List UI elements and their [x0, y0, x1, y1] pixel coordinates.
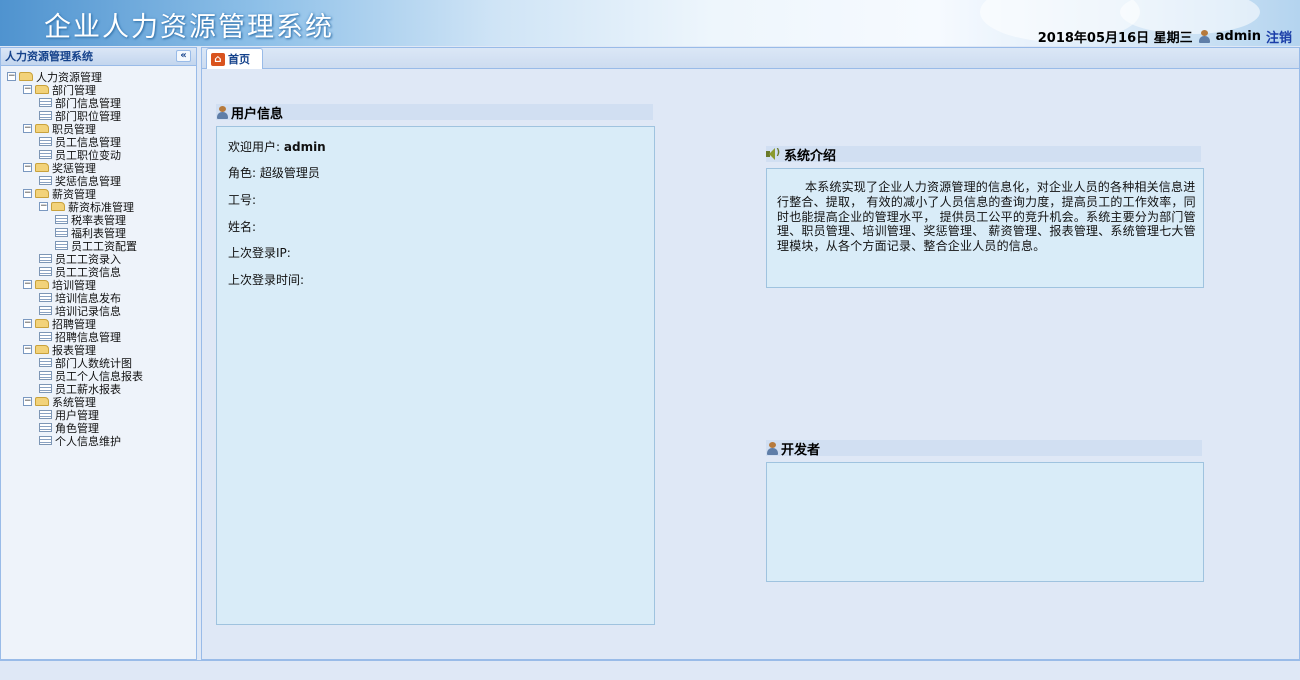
last-login-time-label: 上次登录时间: [228, 273, 305, 287]
speaker-icon: ) [766, 148, 782, 160]
tree-item[interactable]: 招聘信息管理 [1, 330, 196, 344]
user-info-title-text: 用户信息 [231, 106, 284, 122]
document-icon [39, 436, 52, 445]
date-text: 2018年05月16日 星期三 [1037, 30, 1193, 46]
welcome-value: admin [283, 140, 326, 154]
welcome-label: 欢迎用户: [228, 140, 281, 154]
name-label: 姓名: [228, 220, 257, 234]
tree-item[interactable]: 员工工资信息 [1, 265, 196, 279]
last-login-ip-label: 上次登录IP: [228, 246, 291, 260]
collapse-toggle-icon[interactable]: − [23, 124, 32, 133]
document-icon [39, 254, 52, 263]
folder-icon [35, 280, 49, 289]
folder-icon [35, 345, 49, 354]
role-label: 角色: [228, 166, 257, 180]
folder-icon [19, 72, 33, 81]
top-banner: 企业人力资源管理系统 2018年05月16日 星期三 admin 注销 [0, 0, 1300, 46]
tree-folder[interactable]: − 人力资源管理 [1, 70, 196, 84]
logout-link[interactable]: 注销 [1266, 27, 1292, 46]
collapse-toggle-icon[interactable]: − [23, 85, 32, 94]
folder-icon [35, 163, 49, 172]
intro-title: ) 系统介绍 [766, 146, 1201, 164]
sidebar: 人力资源管理系统 « − 人力资源管理 − 部门管理 部门信息管理 部门职位管理 − 职员管理… [0, 47, 197, 660]
document-icon [39, 384, 52, 393]
user-icon [216, 105, 229, 119]
collapse-sidebar-button[interactable]: « [176, 50, 191, 62]
document-icon [39, 98, 52, 107]
developer-title: 开发者 [766, 440, 1202, 458]
document-icon [39, 358, 52, 367]
tree-item[interactable]: 员工职位变动 [1, 148, 196, 162]
collapse-toggle-icon[interactable]: − [7, 72, 16, 81]
header-user-area: 2018年05月16日 星期三 admin 注销 [1037, 27, 1292, 46]
document-icon [39, 150, 52, 159]
developer-icon [766, 441, 779, 455]
collapse-toggle-icon[interactable]: − [39, 202, 48, 211]
app-title: 企业人力资源管理系统 [44, 12, 334, 43]
tree-item[interactable]: 部门职位管理 [1, 109, 196, 123]
folder-icon [35, 124, 49, 133]
document-icon [39, 423, 52, 432]
tree-item[interactable]: 个人信息维护 [1, 434, 196, 448]
tab-bar: ⌂ 首页 [202, 48, 1299, 69]
tree-item[interactable]: 员工薪水报表 [1, 382, 196, 396]
collapse-toggle-icon[interactable]: − [23, 189, 32, 198]
document-icon [39, 410, 52, 419]
user-info-box: 欢迎用户: admin 角色: 超级管理员 工号: 姓名: 上次登录IP: 上次… [216, 126, 655, 625]
role-value: 超级管理员 [259, 166, 320, 180]
user-icon [1198, 29, 1211, 43]
document-icon [55, 228, 68, 237]
intro-box: 本系统实现了企业人力资源管理的信息化，对企业人员的各种相关信息进行整合、提取， … [766, 168, 1204, 288]
intro-title-text: 系统介绍 [784, 148, 837, 164]
footer-bar [0, 660, 1300, 680]
sidebar-title: 人力资源管理系统 [5, 50, 93, 63]
home-icon: ⌂ [211, 52, 225, 66]
document-icon [55, 241, 68, 250]
developer-title-text: 开发者 [781, 442, 821, 458]
collapse-toggle-icon[interactable]: − [23, 397, 32, 406]
sidebar-header: 人力资源管理系统 « [1, 48, 196, 66]
intro-text: 本系统实现了企业人力资源管理的信息化，对企业人员的各种相关信息进行整合、提取， … [777, 180, 1196, 254]
folder-icon [35, 85, 49, 94]
developer-box [766, 462, 1204, 582]
welcome-line: 欢迎用户: admin [228, 138, 326, 155]
collapse-toggle-icon[interactable]: − [23, 345, 32, 354]
employee-id-label: 工号: [228, 193, 257, 207]
folder-icon [35, 319, 49, 328]
document-icon [55, 215, 68, 224]
tab-home[interactable]: ⌂ 首页 [206, 48, 263, 69]
collapse-toggle-icon[interactable]: − [23, 319, 32, 328]
collapse-toggle-icon[interactable]: − [23, 163, 32, 172]
tab-home-label: 首页 [228, 53, 250, 66]
document-icon [39, 111, 52, 120]
document-icon [39, 267, 52, 276]
document-icon [39, 293, 52, 302]
role-line: 角色: 超级管理员 [228, 164, 320, 181]
user-info-title: 用户信息 [216, 104, 653, 122]
tree-item[interactable]: 奖惩信息管理 [1, 174, 196, 188]
document-icon [39, 137, 52, 146]
document-icon [39, 306, 52, 315]
document-icon [39, 176, 52, 185]
document-icon [39, 332, 52, 341]
document-icon [39, 371, 52, 380]
folder-icon [35, 189, 49, 198]
username: admin [1215, 28, 1261, 44]
folder-icon [35, 397, 49, 406]
main-panel: ⌂ 首页 用户信息 欢迎用户: admin 角色: 超级管理员 工号: 姓名: … [201, 47, 1300, 660]
folder-icon [51, 202, 65, 211]
tree-item-label: 个人信息维护 [55, 434, 121, 448]
collapse-toggle-icon[interactable]: − [23, 280, 32, 289]
nav-tree: − 人力资源管理 − 部门管理 部门信息管理 部门职位管理 − 职员管理 员工信息管理 员工职位变… [1, 66, 196, 448]
tree-item[interactable]: 培训记录信息 [1, 304, 196, 318]
